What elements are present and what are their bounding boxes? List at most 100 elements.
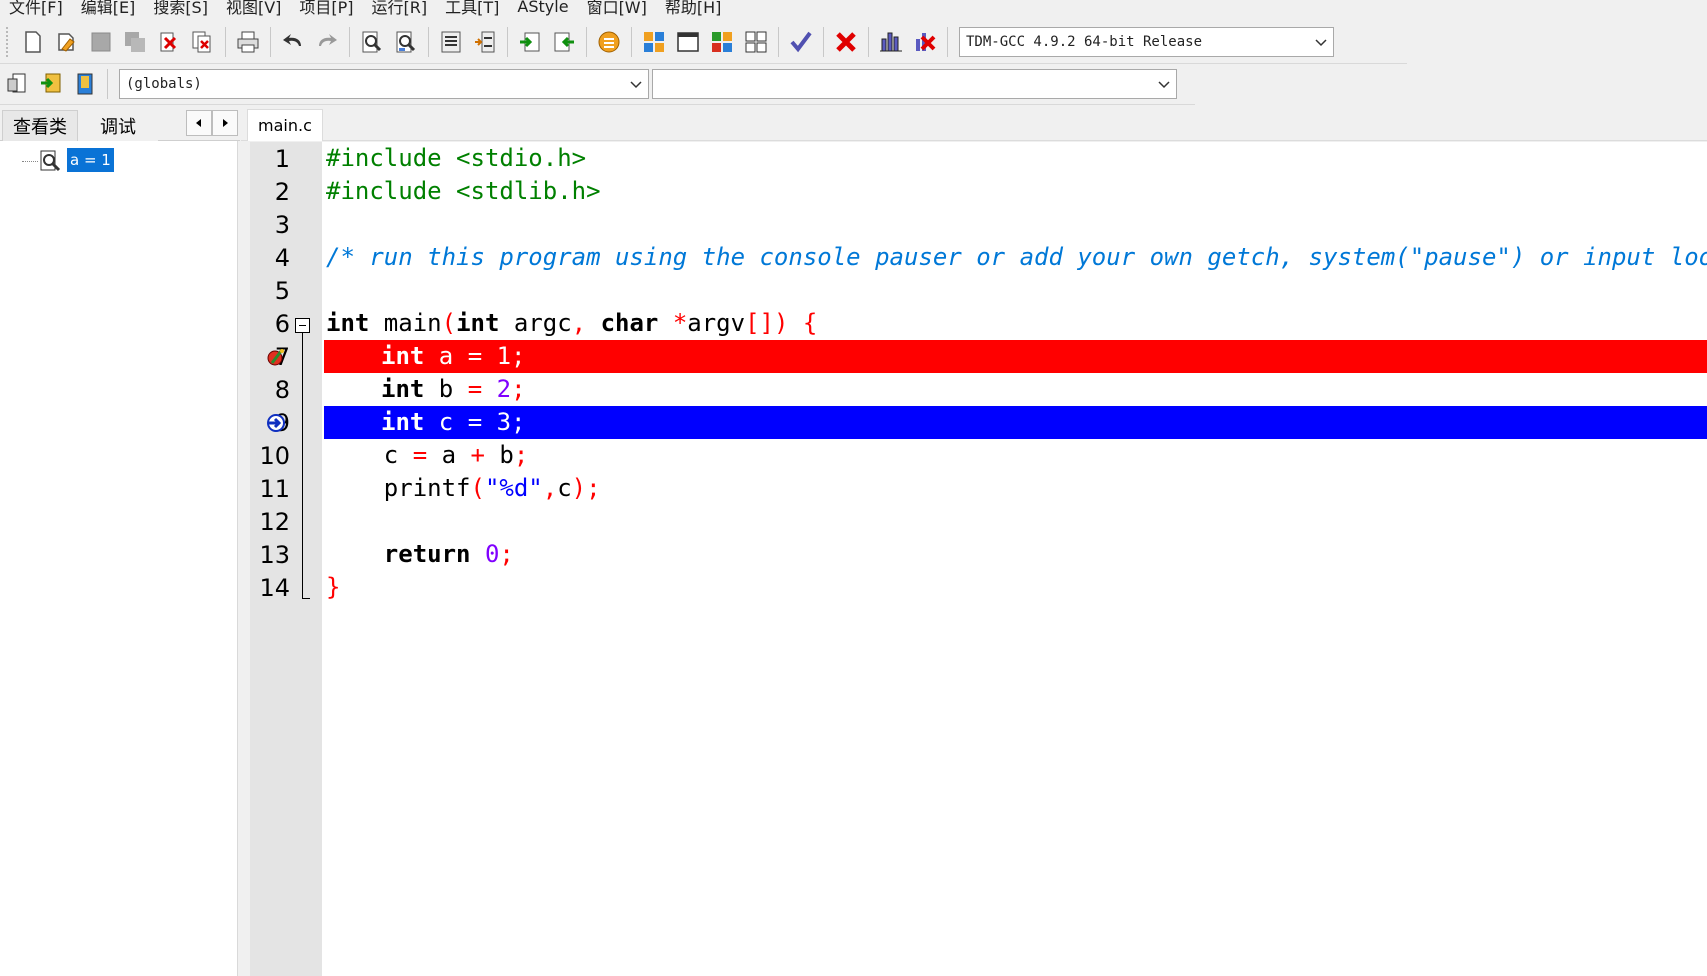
remove-from-project-button[interactable] — [549, 26, 579, 58]
execution-point-icon — [267, 414, 285, 432]
tab-scroll-right-button[interactable] — [212, 110, 238, 136]
keyword: int — [381, 408, 425, 436]
line-text[interactable]: return 0; — [324, 538, 1707, 571]
indent-icon — [475, 31, 495, 52]
operator: * — [658, 309, 688, 337]
line-number: 13 — [259, 540, 290, 569]
line-text[interactable]: printf("%d",c); — [324, 472, 1707, 505]
menu-bar: 文件[F] 编辑[E] 搜索[S] 视图[V] 项目[P] 运行[R] 工具[T… — [0, 0, 1707, 18]
printer-icon — [237, 31, 259, 52]
keyword: char — [586, 309, 659, 337]
compiler-select[interactable]: TDM-GCC 4.9.2 64-bit Release — [959, 26, 1334, 57]
clean-button[interactable] — [831, 26, 861, 58]
code-line: 6 int main(int argc, char *argv[]) { — [250, 307, 1707, 340]
operator: []) — [745, 309, 789, 337]
preprocessor-text: #include <stdio.h> — [326, 144, 587, 172]
tab-scroll-left-button[interactable] — [186, 110, 212, 136]
tab-debug[interactable]: 调试 — [78, 110, 158, 141]
menu-astyle[interactable]: AStyle — [508, 0, 577, 16]
toggle-bookmark-button[interactable] — [36, 68, 66, 100]
bookmark-add-icon — [41, 73, 61, 93]
project-options-button[interactable] — [594, 26, 624, 58]
fold-toggle-icon[interactable] — [295, 318, 310, 333]
checkmark-icon — [790, 31, 812, 52]
keyword: return — [383, 540, 471, 568]
undo-button[interactable] — [278, 26, 308, 58]
close-all-button[interactable] — [188, 26, 218, 58]
statement-text: c = 3; — [424, 408, 526, 436]
line-number: 2 — [274, 177, 290, 206]
editor-tab-strip: main.c — [241, 106, 1707, 141]
toolbar-grip[interactable] — [6, 26, 12, 57]
insert-icon — [7, 73, 26, 93]
line-text[interactable] — [324, 274, 1707, 307]
add-to-project-button[interactable] — [515, 26, 545, 58]
line-text[interactable]: #include <stdlib.h> — [324, 175, 1707, 208]
save-button[interactable] — [86, 26, 116, 58]
globals-select[interactable]: (globals) — [119, 69, 649, 99]
toolbar-separator — [225, 26, 226, 57]
add-to-project-icon — [520, 32, 540, 51]
code-editor[interactable]: 1 #include <stdio.h> 2 #include <stdlib.… — [250, 142, 1707, 976]
breakpoint-icon[interactable] — [266, 347, 286, 367]
menu-search[interactable]: 搜索[S] — [144, 0, 217, 18]
watch-item[interactable]: a = 1 — [67, 148, 114, 172]
menu-edit[interactable]: 编辑[E] — [72, 0, 145, 18]
rebuild-all-button[interactable] — [741, 26, 771, 58]
menu-tools[interactable]: 工具[T] — [436, 0, 508, 18]
operator: , — [542, 474, 558, 502]
line-number: 1 — [274, 144, 290, 173]
delete-profile-button[interactable] — [910, 26, 940, 58]
breakpoint-line-text[interactable]: int a = 1; — [324, 340, 1707, 373]
replace-button[interactable] — [391, 26, 421, 58]
line-text[interactable]: c = a + b; — [324, 439, 1707, 472]
compile-run-button[interactable] — [707, 26, 737, 58]
menu-file[interactable]: 文件[F] — [0, 0, 72, 18]
line-text[interactable] — [324, 505, 1707, 538]
menu-project[interactable]: 项目[P] — [290, 0, 362, 18]
code-line: 10 c = a + b; — [250, 439, 1707, 472]
menu-window[interactable]: 窗口[W] — [578, 0, 656, 18]
menu-help[interactable]: 帮助[H] — [656, 0, 731, 18]
open-file-button[interactable] — [52, 26, 82, 58]
line-text[interactable] — [324, 208, 1707, 241]
code-line: 13 return 0; — [250, 538, 1707, 571]
identifier: b — [484, 441, 514, 469]
print-button[interactable] — [233, 26, 263, 58]
redo-button[interactable] — [312, 26, 342, 58]
new-file-button[interactable] — [18, 26, 48, 58]
line-text[interactable]: int b = 2; — [324, 373, 1707, 406]
operator: = — [412, 441, 428, 469]
profile-button[interactable] — [876, 26, 906, 58]
insert-button[interactable] — [2, 68, 32, 100]
line-text[interactable]: #include <stdio.h> — [324, 142, 1707, 175]
current-line-text[interactable]: int c = 3; — [324, 406, 1707, 439]
indent-button[interactable] — [470, 26, 500, 58]
line-number: 12 — [259, 507, 290, 536]
function-select[interactable] — [652, 69, 1177, 99]
rebuild-all-icon — [745, 31, 767, 52]
tab-main-c[interactable]: main.c — [247, 109, 323, 141]
red-x-icon — [836, 31, 856, 52]
operator: , — [571, 309, 587, 337]
line-text[interactable]: } — [324, 571, 1707, 604]
goto-line-button[interactable] — [436, 26, 466, 58]
goto-bookmark-button[interactable] — [70, 68, 100, 100]
line-number: 8 — [274, 375, 290, 404]
tab-classes[interactable]: 查看类 — [2, 110, 78, 141]
identifier: c — [557, 474, 572, 502]
compiler-select-value: TDM-GCC 4.9.2 64-bit Release — [966, 33, 1203, 50]
run-button[interactable] — [673, 26, 703, 58]
compile-button[interactable] — [639, 26, 669, 58]
statement-text: a = 1; — [424, 342, 526, 370]
menu-view[interactable]: 视图[V] — [217, 0, 290, 18]
identifier: main — [369, 309, 442, 337]
syntax-check-button[interactable] — [786, 26, 816, 58]
close-file-button[interactable] — [154, 26, 184, 58]
number: 0 — [470, 540, 500, 568]
menu-run[interactable]: 运行[R] — [363, 0, 437, 18]
find-button[interactable] — [357, 26, 387, 58]
line-text[interactable]: int main(int argc, char *argv[]) { — [324, 307, 1707, 340]
save-all-button[interactable] — [120, 26, 150, 58]
line-text[interactable]: /* run this program using the console pa… — [324, 241, 1707, 274]
